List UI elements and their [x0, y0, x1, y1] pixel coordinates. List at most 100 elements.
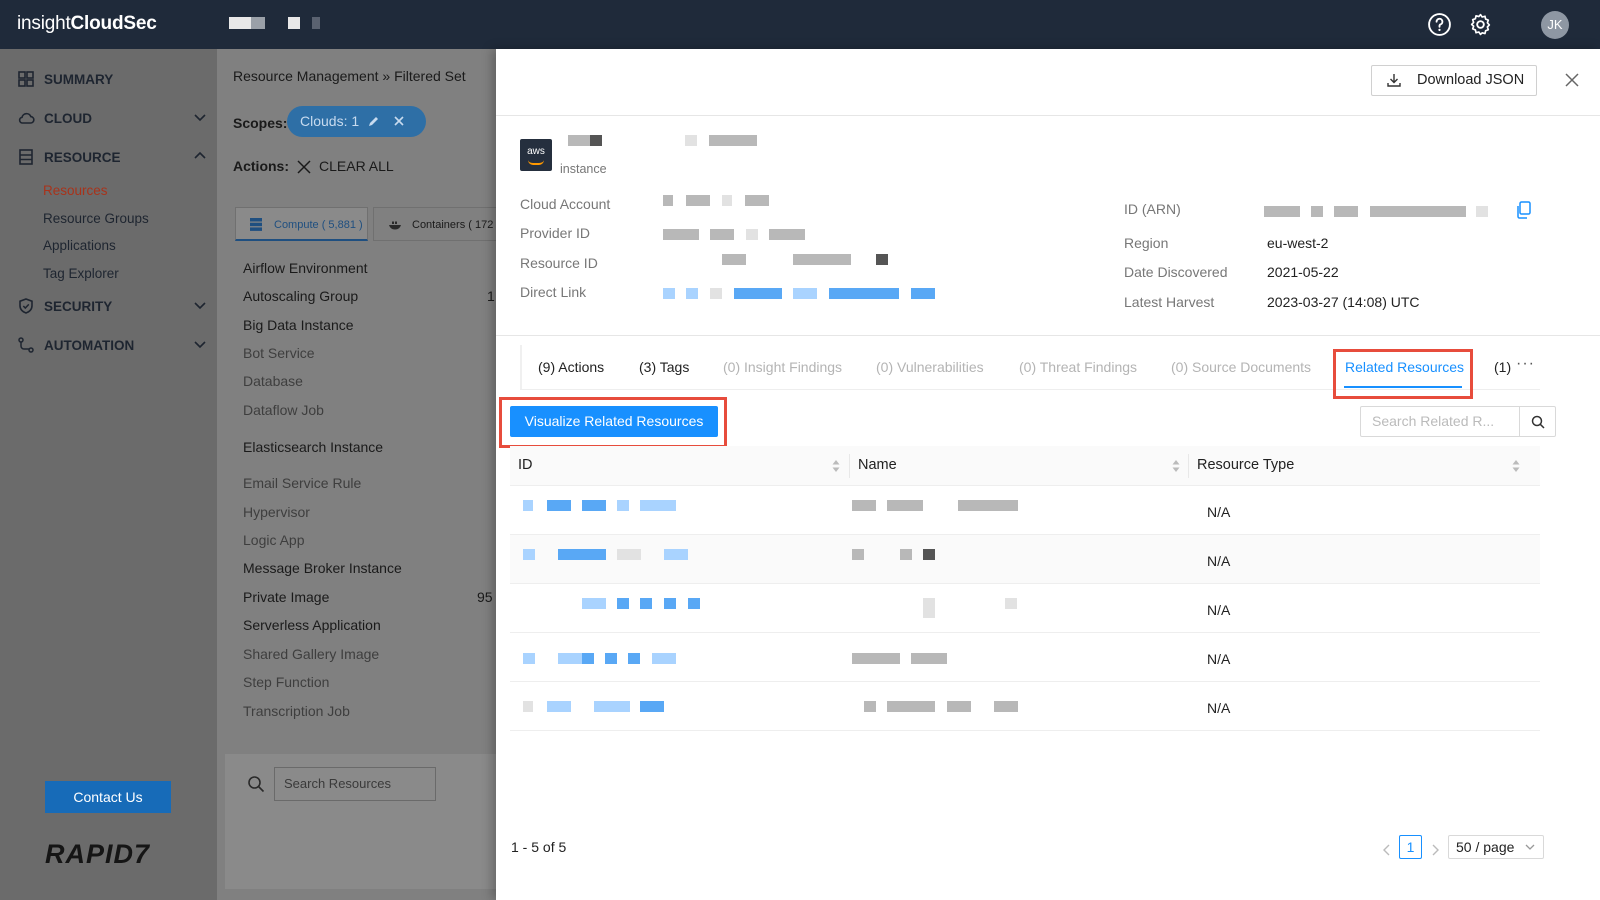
nav-summary[interactable]: SUMMARY: [17, 68, 207, 90]
nav-automation[interactable]: AUTOMATION: [17, 334, 207, 356]
resource-type-item[interactable]: Logic App: [243, 532, 305, 548]
highlight-box: [1333, 349, 1473, 399]
row-id-value[interactable]: [547, 500, 571, 511]
tab-more-partial[interactable]: (1): [1494, 359, 1511, 375]
direct-link-value[interactable]: [829, 288, 899, 299]
row-id-value[interactable]: [640, 500, 676, 511]
row-id-value[interactable]: [523, 549, 535, 560]
tab-containers[interactable]: Containers ( 172: [373, 207, 496, 241]
row-id-value[interactable]: [617, 598, 629, 609]
more-tabs-button[interactable]: ···: [1516, 355, 1535, 373]
row-id-value[interactable]: [640, 598, 652, 609]
resource-type-item[interactable]: Dataflow Job: [243, 402, 324, 418]
resource-type-item[interactable]: Database: [243, 373, 303, 389]
column-header-name[interactable]: Name: [858, 457, 897, 473]
resource-type-item[interactable]: Bot Service: [243, 345, 315, 361]
resource-type-item[interactable]: Shared Gallery Image: [243, 646, 379, 662]
direct-link-value[interactable]: [686, 288, 698, 299]
column-header-id[interactable]: ID: [518, 457, 533, 473]
chevron-left-icon[interactable]: [1382, 844, 1392, 856]
sort-icon[interactable]: [832, 458, 840, 474]
row-id-value[interactable]: [594, 701, 630, 712]
resource-type-item[interactable]: Private Image: [243, 589, 329, 605]
table-row[interactable]: N/A: [510, 584, 1540, 633]
resource-type-item[interactable]: Big Data Instance: [243, 317, 354, 333]
close-icon[interactable]: [297, 160, 311, 174]
row-id-value[interactable]: [558, 549, 606, 560]
nav-cloud[interactable]: CLOUD: [17, 107, 207, 129]
close-icon[interactable]: [393, 115, 405, 127]
copy-icon[interactable]: [1516, 201, 1532, 219]
scope-pill[interactable]: Clouds: 1: [287, 106, 426, 137]
row-id-value[interactable]: [617, 549, 641, 560]
table-row[interactable]: N/A: [510, 633, 1540, 682]
resource-type-item[interactable]: Autoscaling Group: [243, 288, 358, 304]
row-id-value[interactable]: [523, 701, 533, 712]
sort-icon[interactable]: [1172, 458, 1180, 474]
tab-tags[interactable]: (3) Tags: [639, 359, 689, 375]
row-id-value[interactable]: [523, 653, 535, 664]
edit-icon[interactable]: [367, 115, 380, 128]
resource-type-item[interactable]: Step Function: [243, 674, 329, 690]
row-id-value[interactable]: [664, 549, 688, 560]
tab-compute[interactable]: Compute ( 5,881 ): [235, 207, 368, 241]
tab-threat-findings[interactable]: (0) Threat Findings: [1019, 359, 1137, 375]
row-id-value[interactable]: [582, 598, 606, 609]
row-id-value[interactable]: [547, 701, 571, 712]
nav-resource[interactable]: RESOURCE: [17, 146, 207, 168]
table-row[interactable]: N/A: [510, 535, 1540, 584]
row-id-value[interactable]: [688, 598, 700, 609]
tab-actions[interactable]: (9) Actions: [538, 359, 604, 375]
search-button[interactable]: [1519, 406, 1556, 437]
row-id-value[interactable]: [605, 653, 617, 664]
clear-all-button[interactable]: CLEAR ALL: [319, 158, 394, 174]
chevron-right-icon[interactable]: [1430, 844, 1440, 856]
download-json-button[interactable]: Download JSON: [1371, 65, 1537, 96]
direct-link-value[interactable]: [663, 288, 675, 299]
nav-sub-resources[interactable]: Resources: [43, 183, 108, 198]
direct-link-value[interactable]: [911, 288, 935, 299]
tab-vulnerabilities[interactable]: (0) Vulnerabilities: [876, 359, 984, 375]
resource-type-item[interactable]: Email Service Rule: [243, 475, 361, 491]
redacted-value: [745, 195, 769, 206]
search-resources-input[interactable]: Search Resources: [274, 767, 436, 801]
tabs-scroll-edge: [520, 345, 522, 389]
table-row[interactable]: N/A: [510, 486, 1540, 535]
column-header-resource-type[interactable]: Resource Type: [1197, 457, 1294, 473]
resource-type-item[interactable]: Transcription Job: [243, 703, 350, 719]
app-logo[interactable]: insightCloudSec: [17, 13, 157, 35]
gear-icon[interactable]: [1468, 12, 1493, 37]
contact-us-button[interactable]: Contact Us: [45, 781, 171, 813]
page-number-button[interactable]: 1: [1399, 835, 1422, 859]
direct-link-value[interactable]: [734, 288, 782, 299]
search-related-input[interactable]: Search Related R...: [1360, 406, 1520, 437]
nav-security[interactable]: SECURITY: [17, 295, 207, 317]
tab-source-documents[interactable]: (0) Source Documents: [1171, 359, 1311, 375]
nav-sub-resource-groups[interactable]: Resource Groups: [43, 211, 149, 226]
nav-sub-applications[interactable]: Applications: [43, 238, 116, 253]
page-size-select[interactable]: 50 / page: [1448, 835, 1544, 859]
sort-icon[interactable]: [1512, 458, 1520, 474]
resource-type-item[interactable]: Serverless Application: [243, 617, 381, 633]
row-id-value[interactable]: [640, 701, 664, 712]
row-id-value[interactable]: [582, 500, 606, 511]
help-icon[interactable]: [1427, 12, 1452, 37]
resource-type-item[interactable]: Airflow Environment: [243, 260, 368, 276]
resource-type-item[interactable]: Elasticsearch Instance: [243, 439, 383, 455]
user-avatar[interactable]: JK: [1541, 11, 1569, 39]
resource-type-item[interactable]: Hypervisor: [243, 504, 310, 520]
row-id-value[interactable]: [628, 653, 640, 664]
nav-sub-tag-explorer[interactable]: Tag Explorer: [43, 266, 119, 281]
table-row[interactable]: N/A: [510, 682, 1540, 731]
resource-type-item[interactable]: Message Broker Instance: [243, 560, 402, 576]
direct-link-value[interactable]: [710, 288, 722, 299]
row-id-value[interactable]: [652, 653, 676, 664]
tab-insight-findings[interactable]: (0) Insight Findings: [723, 359, 842, 375]
close-icon[interactable]: [1563, 71, 1581, 89]
row-id-value[interactable]: [582, 653, 594, 664]
row-id-value[interactable]: [617, 500, 629, 511]
direct-link-value[interactable]: [793, 288, 817, 299]
row-id-value[interactable]: [523, 500, 533, 511]
row-id-value[interactable]: [558, 653, 582, 664]
row-id-value[interactable]: [664, 598, 676, 609]
